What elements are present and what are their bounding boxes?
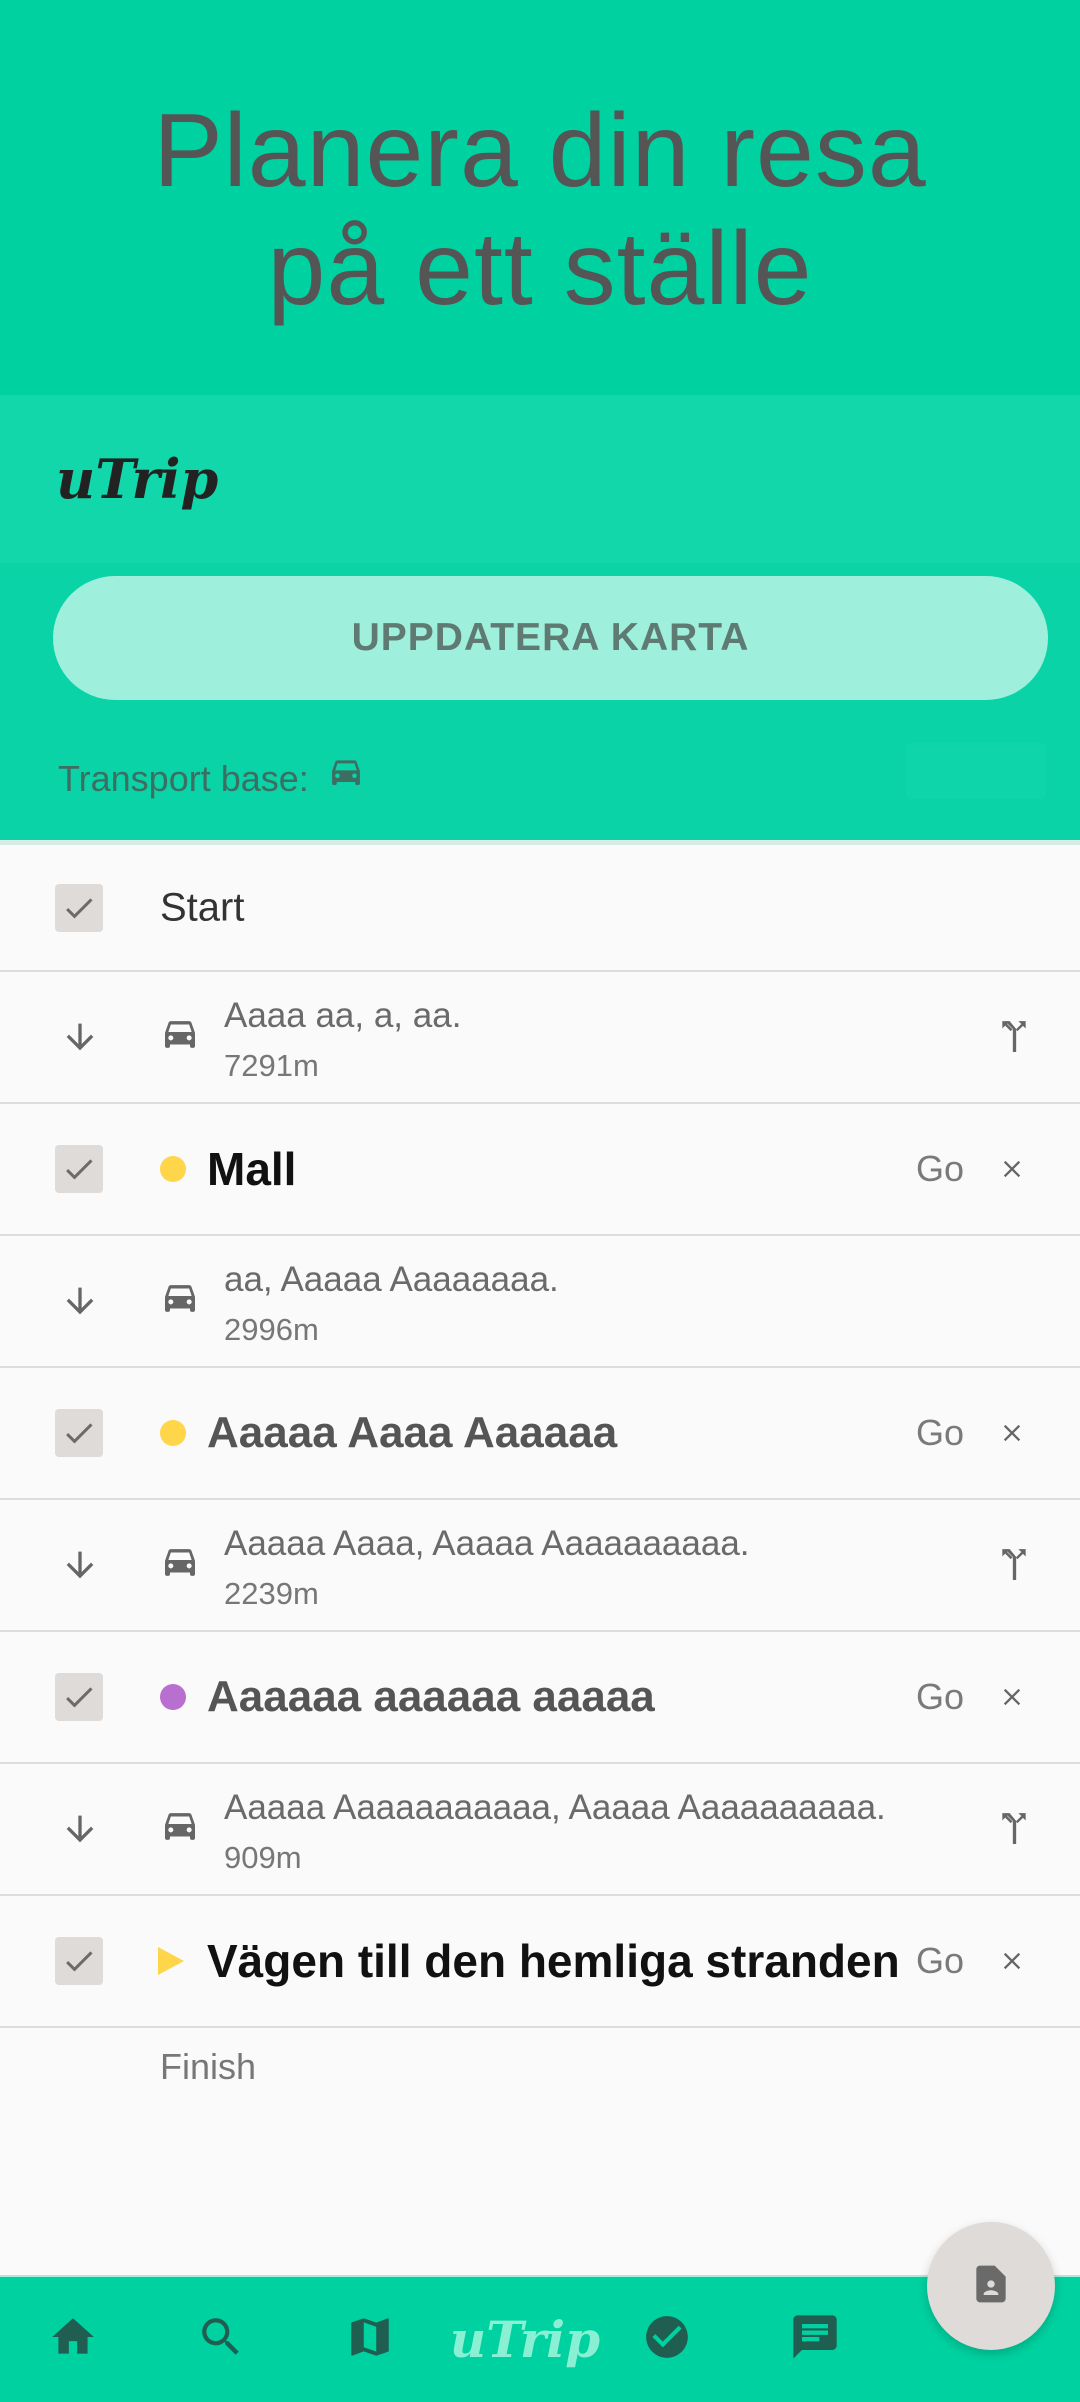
go-button[interactable]: Go [916,1148,964,1190]
fork-icon[interactable] [994,1809,1034,1854]
stop-checkbox[interactable] [55,1145,103,1193]
nav-map[interactable] [315,2277,425,2402]
close-icon[interactable] [998,1419,1026,1447]
hero-title-line-2: på ett ställe [267,210,813,327]
leg-distance: 7291m [224,1048,319,1083]
leg-row: aa, Aaaaa Aaaaaaaa. 2996m [0,1236,1080,1368]
fork-icon[interactable] [994,1017,1034,1062]
leg-row: Aaaa aa, a, aa. 7291m [0,972,1080,1104]
stop-title[interactable]: Vägen till den hemliga stranden [207,1934,900,1988]
stop-title[interactable]: Mall [207,1142,296,1196]
update-map-button[interactable]: UPPDATERA KARTA [53,576,1048,700]
leg-distance: 2996m [224,1312,319,1347]
nav-chat[interactable] [760,2277,870,2402]
leg-address: aa, Aaaaa Aaaaaaaa. [224,1260,559,1299]
close-icon[interactable] [998,1683,1026,1711]
home-icon [48,2312,98,2367]
itinerary-list: Start Aaaa aa, a, aa. 7291m Mall Go aa, … [0,840,1080,2028]
car-icon [160,1018,200,1061]
arrow-down-icon[interactable] [60,1017,100,1062]
fork-icon[interactable] [994,1545,1034,1590]
nav-checklist[interactable] [612,2277,722,2402]
hero-title-line-1: Planera din resa [153,92,927,209]
transport-base-row: Transport base: [58,743,365,815]
leg-row: Aaaaa Aaaa, Aaaaa Aaaaaaaaaa. 2239m [0,1500,1080,1632]
chat-icon [789,2311,841,2368]
leg-distance: 909m [224,1840,302,1875]
car-icon[interactable] [327,758,365,801]
stop-checkbox[interactable] [55,1673,103,1721]
contact-document-icon [969,2259,1013,2314]
nav-home[interactable] [18,2277,128,2402]
start-checkbox[interactable] [55,883,103,932]
nav-logo[interactable]: uTrip [450,2277,600,2402]
leg-address: Aaaaa Aaaaaaaaaaa, Aaaaa Aaaaaaaaaa. [224,1788,886,1827]
leg-address: Aaaaa Aaaa, Aaaaa Aaaaaaaaaa. [224,1524,750,1563]
bottom-navigation: uTrip [0,2275,1080,2402]
close-icon[interactable] [998,1947,1026,1975]
document-fab-button[interactable] [927,2222,1055,2350]
hero-banner: Planera din resa på ett ställe [0,0,1080,395]
car-icon [160,1546,200,1589]
stop-marker-dot [160,1684,186,1710]
leg-address: Aaaa aa, a, aa. [224,996,462,1035]
arrow-down-icon[interactable] [60,1809,100,1854]
stop-checkbox[interactable] [55,1409,103,1457]
arrow-down-icon[interactable] [60,1545,100,1590]
stop-title[interactable]: Aaaaa Aaaa Aaaaaa [207,1408,617,1458]
leg-distance: 2239m [224,1576,319,1611]
car-icon [160,1282,200,1325]
search-icon [196,2312,246,2367]
car-icon [160,1810,200,1853]
app-logo: uTrip [56,447,219,511]
finish-label: Finish [160,2046,257,2087]
stop-row: Aaaaa Aaaa Aaaaaa Go [0,1368,1080,1500]
stop-row: Vägen till den hemliga stranden Go [0,1896,1080,2028]
close-icon[interactable] [998,1155,1026,1183]
stop-row: Mall Go [0,1104,1080,1236]
start-row: Start [0,845,1080,972]
nav-app-logo: uTrip [449,2310,601,2369]
stop-checkbox[interactable] [55,1937,103,1985]
start-label: Start [160,885,245,929]
transport-base-label: Transport base: [58,758,309,799]
stop-marker-triangle [158,1947,184,1975]
nav-search[interactable] [166,2277,276,2402]
leg-row: Aaaaa Aaaaaaaaaaa, Aaaaa Aaaaaaaaaa. 909… [0,1764,1080,1896]
stop-marker-dot [160,1420,186,1446]
stop-marker-dot [160,1156,186,1182]
check-circle-icon [642,2312,692,2367]
go-button[interactable]: Go [916,1676,964,1718]
transport-toggle[interactable] [906,743,1046,799]
arrow-down-icon[interactable] [60,1281,100,1326]
go-button[interactable]: Go [916,1412,964,1454]
stop-title[interactable]: Aaaaaa aaaaaa aaaaa [207,1672,655,1722]
logo-row: uTrip [0,395,1080,563]
header-panel: uTrip UPPDATERA KARTA Transport base: [0,395,1080,840]
go-button[interactable]: Go [916,1940,964,1982]
stop-row: Aaaaaa aaaaaa aaaaa Go [0,1632,1080,1764]
map-icon [345,2312,395,2367]
